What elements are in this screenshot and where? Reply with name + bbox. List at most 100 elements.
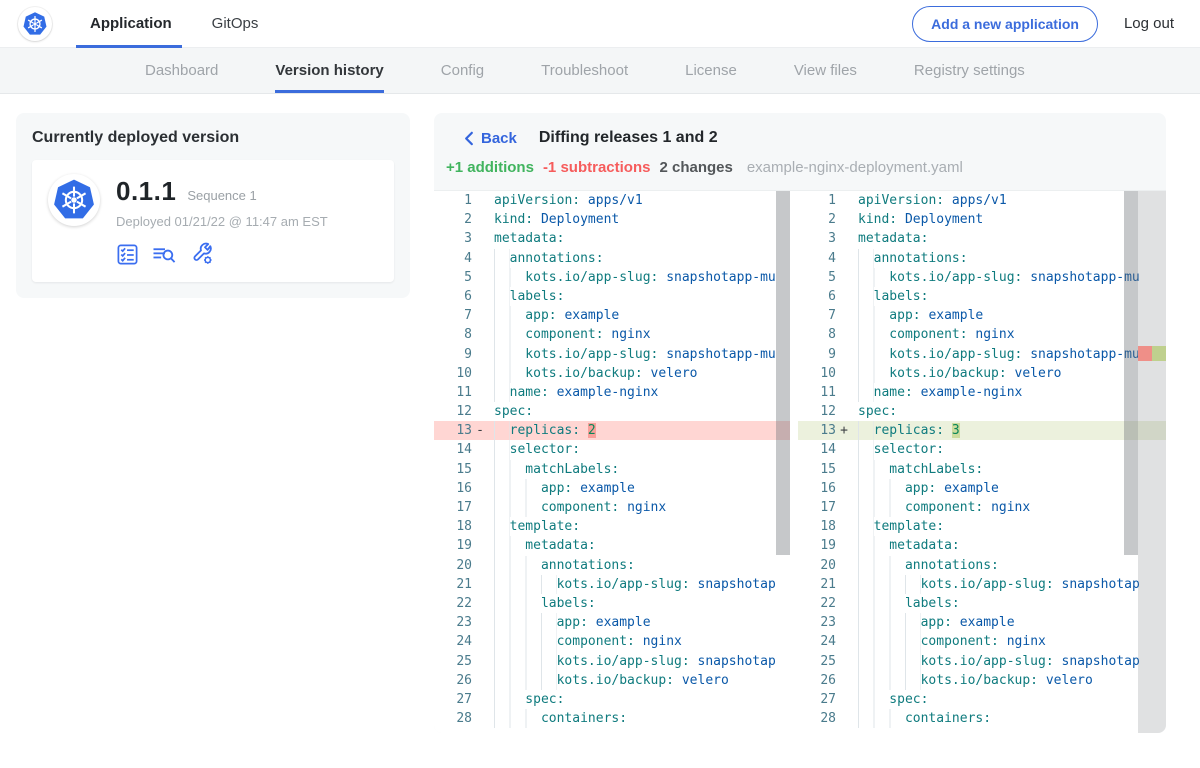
ruler-added-mark (1152, 346, 1166, 361)
code-line: 5kots.io/app-slug: snapshotapp-mu (434, 268, 790, 287)
code-line: 20annotations: (434, 556, 790, 575)
diff-panel: Back Diffing releases 1 and 2 +1 additio… (434, 113, 1166, 733)
diff-pane-left[interactable]: 1apiVersion: apps/v12kind: Deployment3me… (434, 191, 790, 733)
code-line: 6labels: (434, 287, 790, 306)
code-line: 12spec: (798, 402, 1166, 421)
code-line: 23app: example (434, 613, 790, 632)
subnav-view-files[interactable]: View files (794, 48, 857, 93)
code-line: 16app: example (434, 479, 790, 498)
logout-link[interactable]: Log out (1124, 15, 1174, 32)
subnav-version-history[interactable]: Version history (275, 48, 383, 93)
code-line: 26kots.io/backup: velero (798, 671, 1166, 690)
code-line: 7app: example (434, 306, 790, 325)
add-application-button[interactable]: Add a new application (912, 6, 1098, 42)
code-line: 24component: nginx (434, 632, 790, 651)
diff-filename: example-nginx-deployment.yaml (747, 159, 963, 176)
code-line: 5kots.io/app-slug: snapshotapp-mu (798, 268, 1166, 287)
code-line: 7app: example (798, 306, 1166, 325)
code-line: 23app: example (798, 613, 1166, 632)
subnav-dashboard[interactable]: Dashboard (145, 48, 218, 93)
code-line: 1apiVersion: apps/v1 (434, 191, 790, 210)
code-line: 17component: nginx (434, 498, 790, 517)
pane-divider (790, 191, 798, 733)
app-logo-kubernetes-icon (48, 174, 100, 226)
tab-application[interactable]: Application (90, 0, 172, 47)
code-line: 28containers: (434, 709, 790, 728)
code-line: 22labels: (798, 594, 1166, 613)
subnav-config[interactable]: Config (441, 48, 484, 93)
diff-pane-right[interactable]: 1apiVersion: apps/v12kind: Deployment3me… (798, 191, 1166, 733)
version-number: 0.1.1 (116, 176, 176, 207)
diff-title: Diffing releases 1 and 2 (539, 129, 718, 147)
code-line: 25kots.io/app-slug: snapshotap (798, 652, 1166, 671)
right-vertical-scrollbar[interactable] (1124, 191, 1138, 555)
ruler-removed-mark (1138, 346, 1152, 361)
deployed-timestamp: Deployed 01/21/22 @ 11:47 am EST (116, 214, 328, 229)
diff-stats: +1 additions -1 subtractions 2 changes e… (446, 159, 1146, 190)
code-line: 13+replicas: 3 (798, 421, 1166, 440)
code-line: 21kots.io/app-slug: snapshotap (798, 575, 1166, 594)
subtractions-count: -1 subtractions (543, 159, 651, 176)
currently-deployed-panel: Currently deployed version 0.1.1 (16, 113, 410, 298)
version-action-icons (116, 242, 328, 266)
code-line: 15matchLabels: (798, 460, 1166, 479)
code-line: 18template: (434, 517, 790, 536)
diff-header: Back Diffing releases 1 and 2 +1 additio… (434, 113, 1166, 190)
app-gitops-tabs: Application GitOps (90, 0, 258, 47)
code-line: 17component: nginx (798, 498, 1166, 517)
subnav-troubleshoot[interactable]: Troubleshoot (541, 48, 628, 93)
code-line: 24component: nginx (798, 632, 1166, 651)
kubernetes-logo-icon (18, 7, 52, 41)
tab-gitops[interactable]: GitOps (212, 0, 259, 47)
additions-count: +1 additions (446, 159, 534, 176)
code-line: 6labels: (798, 287, 1166, 306)
code-line: 22labels: (434, 594, 790, 613)
code-line: 14selector: (798, 440, 1166, 459)
code-line: 8component: nginx (798, 325, 1166, 344)
code-line: 8component: nginx (434, 325, 790, 344)
code-line: 2kind: Deployment (798, 210, 1166, 229)
code-line: 11name: example-nginx (434, 383, 790, 402)
code-line: 20annotations: (798, 556, 1166, 575)
code-line: 10kots.io/backup: velero (434, 364, 790, 383)
subnav-license[interactable]: License (685, 48, 737, 93)
code-line: 18template: (798, 517, 1166, 536)
code-line: 11name: example-nginx (798, 383, 1166, 402)
app-section-nav: Dashboard Version history Config Trouble… (0, 48, 1200, 94)
right-column: Back Diffing releases 1 and 2 +1 additio… (434, 113, 1166, 733)
main-content: Currently deployed version 0.1.1 (0, 94, 1200, 733)
code-line: 9kots.io/app-slug: snapshotapp-mu (434, 345, 790, 364)
deployed-version-card: 0.1.1 Sequence 1 Deployed 01/21/22 @ 11:… (32, 160, 394, 282)
code-line: 10kots.io/backup: velero (798, 364, 1166, 383)
code-line: 9kots.io/app-slug: snapshotapp-mu (798, 345, 1166, 364)
code-line: 25kots.io/app-slug: snapshotap (434, 652, 790, 671)
code-line: 21kots.io/app-slug: snapshotap (434, 575, 790, 594)
code-line: 4annotations: (798, 249, 1166, 268)
code-line: 26kots.io/backup: velero (434, 671, 790, 690)
changes-count: 2 changes (659, 159, 732, 176)
chevron-left-icon (464, 131, 474, 146)
left-column: Currently deployed version 0.1.1 (16, 113, 410, 733)
overview-ruler[interactable] (1138, 191, 1166, 733)
code-line: 19metadata: (798, 536, 1166, 555)
deployed-panel-title: Currently deployed version (32, 129, 394, 147)
preflight-checklist-icon[interactable] (116, 243, 139, 266)
code-line: 3metadata: (798, 229, 1166, 248)
code-line: 27spec: (798, 690, 1166, 709)
code-line: 15matchLabels: (434, 460, 790, 479)
deploy-logs-icon[interactable] (152, 243, 177, 266)
version-info: 0.1.1 Sequence 1 Deployed 01/21/22 @ 11:… (116, 174, 328, 266)
subnav-registry-settings[interactable]: Registry settings (914, 48, 1025, 93)
back-link[interactable]: Back (464, 130, 517, 147)
sequence-label: Sequence 1 (187, 188, 256, 203)
code-line: 3metadata: (434, 229, 790, 248)
code-line: 16app: example (798, 479, 1166, 498)
diff-editor: 1apiVersion: apps/v12kind: Deployment3me… (434, 190, 1166, 733)
config-wrench-icon[interactable] (190, 242, 214, 266)
left-vertical-scrollbar[interactable] (776, 191, 790, 555)
code-line: 4annotations: (434, 249, 790, 268)
code-line: 13-replicas: 2 (434, 421, 790, 440)
code-line: 2kind: Deployment (434, 210, 790, 229)
code-line: 14selector: (434, 440, 790, 459)
top-navbar: Application GitOps Add a new application… (0, 0, 1200, 48)
